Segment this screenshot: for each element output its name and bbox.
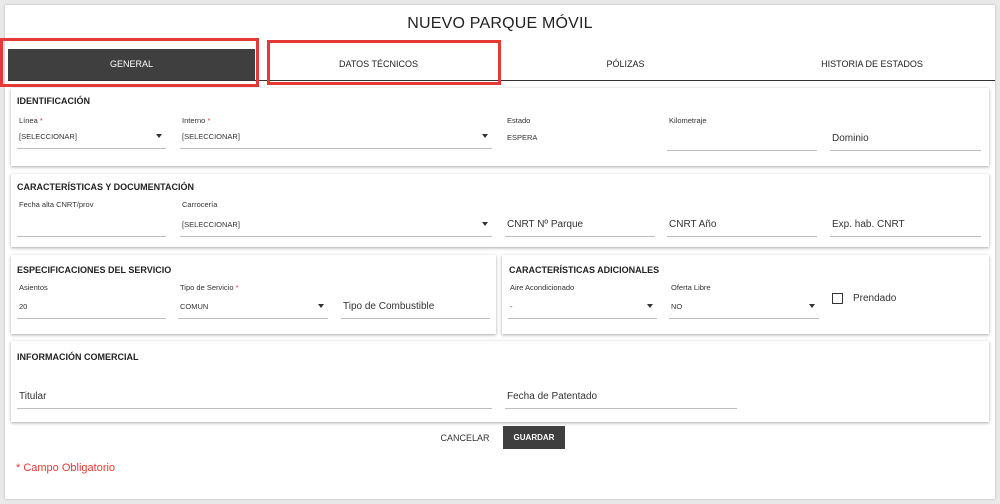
tab-datos-tecnicos[interactable]: DATOS TÉCNICOS [255, 49, 502, 80]
prendado-label: Prendado [853, 293, 897, 304]
field-label: Oferta Libre [671, 283, 711, 292]
dominio-input[interactable]: Dominio [830, 112, 981, 151]
section-title: CARACTERÍSTICAS Y DOCUMENTACIÓN [17, 182, 195, 192]
card-caracteristicas-documentacion: CARACTERÍSTICAS Y DOCUMENTACIÓN Fecha al… [11, 174, 989, 247]
card-caracteristicas-adicionales: CARACTERÍSTICAS ADICIONALES Aire Acondic… [502, 255, 989, 334]
interno-select[interactable]: Interno * [SELECCIONAR] [180, 112, 492, 149]
linea-select[interactable]: Línea * [SELECCIONAR] [17, 112, 166, 149]
save-button[interactable]: GUARDAR [503, 426, 565, 449]
tab-polizas[interactable]: PÓLIZAS [502, 49, 749, 80]
cancel-button[interactable]: CANCELAR [437, 431, 493, 445]
tipo-combustible-input[interactable]: Tipo de Combustible [341, 281, 490, 319]
chevron-down-icon [482, 222, 488, 226]
chevron-down-icon [318, 304, 324, 308]
field-placeholder: Fecha de Patentado [507, 391, 598, 402]
card-especificaciones-servicio: ESPECIFICACIONES DEL SERVICIO Asientos 2… [11, 255, 496, 334]
nuevo-parque-movil-dialog: NUEVO PARQUE MÓVIL GENERAL DATOS TÉCNICO… [0, 5, 995, 499]
required-asterisk: * [235, 283, 239, 292]
tab-general[interactable]: GENERAL [8, 49, 255, 80]
field-value: NO [671, 302, 683, 311]
oferta-libre-select[interactable]: Oferta Libre NO [669, 281, 819, 319]
required-asterisk: * [207, 116, 211, 125]
field-placeholder: CNRT Nº Parque [507, 219, 584, 230]
kilometraje-input[interactable]: Kilometraje [667, 112, 817, 151]
field-value: [SELECCIONAR] [182, 132, 240, 141]
aire-acondicionado-select[interactable]: Aire Acondicionado - [508, 281, 657, 319]
chevron-down-icon [482, 134, 488, 138]
prendado-checkbox[interactable] [832, 293, 843, 304]
field-placeholder: CNRT Año [669, 219, 717, 230]
cnrt-anio-input[interactable]: CNRT Año [667, 198, 817, 237]
cnrt-parque-input[interactable]: CNRT Nº Parque [505, 198, 655, 237]
required-field-note: * Campo Obligatorio [16, 462, 116, 474]
field-value: ESPERA [507, 133, 538, 142]
chevron-down-icon [809, 304, 815, 308]
field-label: Interno [182, 116, 206, 125]
fecha-alta-input[interactable]: Fecha alta CNRT/prov [17, 198, 166, 237]
card-identificacion: IDENTIFICACIÓN Línea * [SELECCIONAR] Int… [11, 88, 989, 166]
carroceria-select[interactable]: Carrocería [SELECCIONAR] [180, 198, 492, 237]
field-label: Kilometraje [669, 116, 707, 125]
field-placeholder: Dominio [832, 133, 869, 144]
tab-bar: GENERAL DATOS TÉCNICOS PÓLIZAS HISTORIA … [8, 49, 995, 81]
section-title: IDENTIFICACIÓN [17, 96, 90, 106]
section-title: INFORMACIÓN COMERCIAL [17, 352, 139, 362]
field-placeholder: Tipo de Combustible [343, 301, 435, 312]
field-value: 20 [19, 302, 28, 311]
field-placeholder: Titular [19, 391, 47, 402]
estado-field: Estado ESPERA [505, 112, 655, 149]
field-value: COMUN [180, 302, 209, 311]
titular-input[interactable]: Titular [17, 375, 492, 409]
field-label: Asientos [19, 283, 48, 292]
fecha-patentado-input[interactable]: Fecha de Patentado [505, 375, 737, 409]
field-label: Tipo de Servicio [180, 283, 234, 292]
field-label: Aire Acondicionado [510, 283, 575, 292]
tab-historia-de-estados[interactable]: HISTORIA DE ESTADOS [749, 49, 995, 80]
field-label: Carrocería [182, 200, 218, 209]
card-informacion-comercial: INFORMACIÓN COMERCIAL Titular Fecha de P… [11, 341, 989, 422]
field-placeholder: Exp. hab. CNRT [832, 219, 905, 230]
field-value: - [510, 302, 513, 311]
tipo-servicio-select[interactable]: Tipo de Servicio * COMUN [178, 281, 328, 319]
section-title: CARACTERÍSTICAS ADICIONALES [509, 265, 660, 275]
asientos-input[interactable]: Asientos 20 [17, 281, 166, 319]
field-label: Línea [19, 116, 38, 125]
chevron-down-icon [647, 304, 653, 308]
field-label: Estado [507, 116, 531, 125]
chevron-down-icon [156, 134, 162, 138]
page-title: NUEVO PARQUE MÓVIL [407, 15, 593, 32]
field-label: Fecha alta CNRT/prov [19, 200, 94, 209]
exp-hab-cnrt-input[interactable]: Exp. hab. CNRT [830, 198, 981, 237]
required-asterisk: * [39, 116, 43, 125]
field-value: [SELECCIONAR] [19, 132, 77, 141]
field-value: [SELECCIONAR] [182, 220, 240, 229]
section-title: ESPECIFICACIONES DEL SERVICIO [17, 265, 172, 275]
